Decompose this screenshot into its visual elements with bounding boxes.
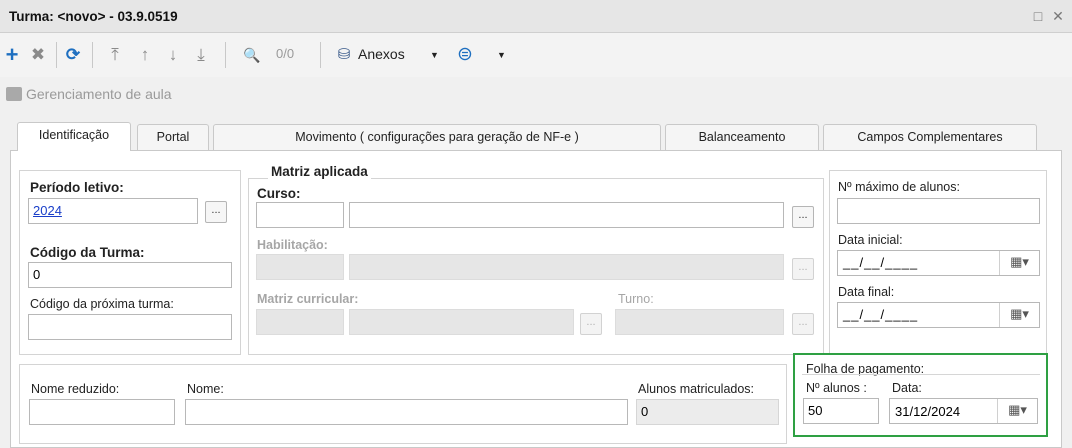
max-alunos-field[interactable]	[837, 198, 1040, 224]
habilitacao-code-field	[256, 254, 344, 280]
data-final-calendar-icon[interactable]: ▦▾	[999, 303, 1039, 327]
toolbar-separator	[225, 42, 226, 68]
paperclip-icon[interactable]: ⛁	[334, 45, 354, 65]
class-management-link[interactable]: Gerenciamento de aula	[6, 86, 172, 102]
toolbar-separator	[92, 42, 93, 68]
habilitacao-label: Habilitação:	[257, 238, 328, 252]
turno-field	[615, 309, 784, 335]
codigo-turma-label: Código da Turma:	[30, 245, 145, 260]
globe-icon[interactable]: ⊜	[455, 45, 475, 65]
class-management-icon	[6, 87, 22, 101]
next-record-icon[interactable]: ↓	[163, 45, 183, 65]
toolbar-separator	[320, 42, 321, 68]
nome-reduzido-label: Nome reduzido:	[31, 382, 120, 396]
periodo-letivo-field[interactable]: 2024	[28, 198, 198, 224]
data-inicial-label: Data inicial:	[838, 233, 903, 247]
codigo-proxima-turma-field[interactable]	[28, 314, 232, 340]
matriz-curricular-lookup-button: ...	[580, 313, 602, 335]
data-inicial-value: __/__/____	[843, 255, 919, 270]
data-inicial-field[interactable]: __/__/____ ▦▾	[837, 250, 1040, 276]
first-record-icon[interactable]: ⤒	[105, 45, 125, 65]
folha-alunos-field[interactable]: 50	[803, 398, 879, 424]
alunos-matriculados-label: Alunos matriculados:	[638, 382, 755, 396]
data-inicial-calendar-icon[interactable]: ▦▾	[999, 251, 1039, 275]
data-final-value: __/__/____	[843, 307, 919, 322]
last-record-icon[interactable]: ⤓	[191, 45, 211, 65]
alunos-matriculados-field: 0	[636, 399, 779, 425]
turno-lookup-button: ...	[792, 313, 814, 335]
nome-field[interactable]	[185, 399, 628, 425]
codigo-turma-field[interactable]: 0	[28, 262, 232, 288]
attachments-button[interactable]: Anexos	[358, 46, 405, 62]
matriz-aplicada-title: Matriz aplicada	[268, 164, 371, 179]
codigo-proxima-turma-label: Código da próxima turma:	[30, 297, 174, 311]
previous-record-icon[interactable]: ↑	[135, 45, 155, 65]
folha-divider	[802, 374, 1040, 375]
tab-campos-complementares[interactable]: Campos Complementares	[823, 124, 1037, 150]
curso-lookup-button[interactable]: ...	[792, 206, 814, 228]
search-icon[interactable]: 🔍	[242, 45, 262, 65]
periodo-letivo-label: Período letivo:	[30, 180, 124, 195]
refresh-icon[interactable]: ⟳	[63, 45, 83, 65]
folha-alunos-label: Nº alunos :	[806, 381, 867, 395]
folha-data-label: Data:	[892, 381, 922, 395]
data-final-label: Data final:	[838, 285, 895, 299]
turno-label: Turno:	[618, 292, 654, 306]
max-alunos-label: Nº máximo de alunos:	[838, 180, 960, 194]
window-titlebar: Turma: <novo> - 03.9.0519 □ ✕	[0, 0, 1072, 33]
folha-data-field[interactable]: 31/12/2024 ▦▾	[889, 398, 1038, 424]
tab-identificacao[interactable]: Identificação	[17, 122, 131, 151]
matriz-curricular-code-field	[256, 309, 344, 335]
curso-label: Curso:	[257, 186, 301, 201]
window-title: Turma: <novo> - 03.9.0519	[9, 9, 178, 24]
tab-portal[interactable]: Portal	[137, 124, 209, 150]
nome-label: Nome:	[187, 382, 224, 396]
folha-data-calendar-icon[interactable]: ▦▾	[997, 399, 1037, 423]
habilitacao-name-field	[349, 254, 784, 280]
nome-reduzido-field[interactable]	[29, 399, 175, 425]
class-management-label: Gerenciamento de aula	[26, 86, 172, 102]
habilitacao-lookup-button: ...	[792, 258, 814, 280]
curso-code-field[interactable]	[256, 202, 344, 228]
delete-icon[interactable]: ✖	[28, 45, 48, 65]
periodo-letivo-link[interactable]: 2024	[33, 203, 62, 218]
close-icon[interactable]: ✕	[1050, 8, 1066, 24]
attachments-dropdown-icon[interactable]: ▼	[430, 50, 439, 60]
toolbar: + ✖ ⟳ ⤒ ↑ ↓ ⤓ 🔍 0/0 ⛁ Anexos ▼ ⊜ ▼	[0, 33, 1072, 77]
add-icon[interactable]: +	[2, 44, 22, 66]
curso-name-field[interactable]	[349, 202, 784, 228]
data-final-field[interactable]: __/__/____ ▦▾	[837, 302, 1040, 328]
record-counter: 0/0	[276, 46, 295, 61]
tab-movimento[interactable]: Movimento ( configurações para geração d…	[213, 124, 661, 150]
folha-data-value: 31/12/2024	[895, 404, 961, 419]
maximize-icon[interactable]: □	[1030, 8, 1046, 24]
toolbar-separator	[56, 42, 57, 68]
matriz-curricular-name-field	[349, 309, 574, 335]
tab-balanceamento[interactable]: Balanceamento	[665, 124, 819, 150]
matriz-curricular-label: Matriz curricular:	[257, 292, 359, 306]
globe-dropdown-icon[interactable]: ▼	[497, 50, 506, 60]
periodo-lookup-button[interactable]: ...	[205, 201, 227, 223]
